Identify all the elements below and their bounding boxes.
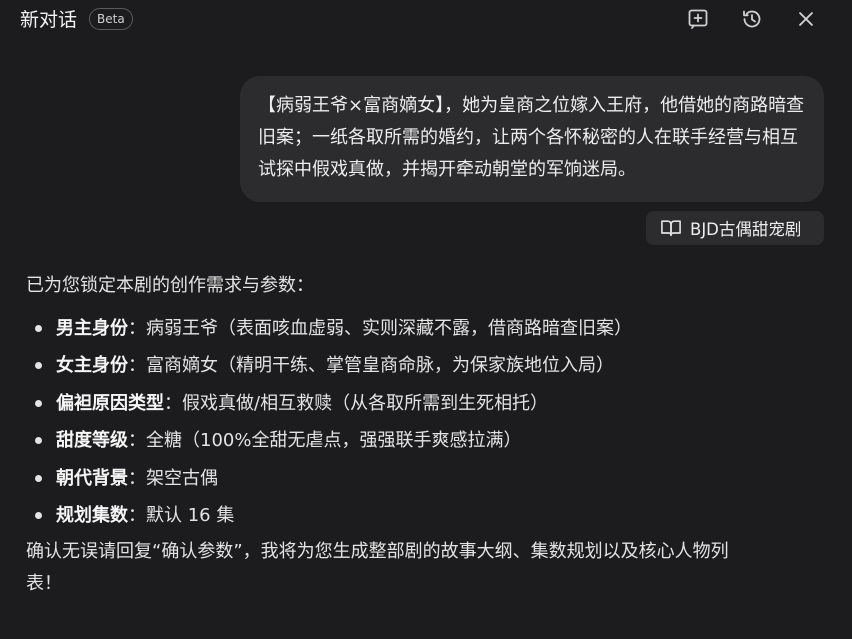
header-bar: 新对话 Beta <box>0 0 852 40</box>
param-value: ：默认 16 集 <box>128 505 235 527</box>
reply-intro: 已为您锁定本剧的创作需求与参数： <box>26 275 314 296</box>
param-value: ：富商嫡女（精明干练、掌管皇商命脉，为保家族地位入局） <box>128 355 614 377</box>
close-button[interactable] <box>793 6 819 32</box>
chat-window: 新对话 Beta 【病弱王爷×富商嫡女】，她为皇商之位嫁入王府，他借她的商路暗查… <box>0 0 852 639</box>
page-title: 新对话 <box>20 9 78 31</box>
user-message-bubble: 【病弱王爷×富商嫡女】，她为皇商之位嫁入王府，他借她的商路暗查旧案；一纸各取所需… <box>240 76 824 202</box>
book-icon <box>661 220 681 237</box>
parameter-list: 男主身份：病弱王爷（表面咳血虚弱、实则深藏不露，借商路暗查旧案） 女主身份：富商… <box>26 310 826 534</box>
history-icon <box>743 10 761 28</box>
list-item: 规划集数：默认 16 集 <box>26 497 826 534</box>
drama-tag-chip[interactable]: BJD古偶甜宠剧 <box>646 211 824 245</box>
list-item: 女主身份：富商嫡女（精明干练、掌管皇商命脉，为保家族地位入局） <box>26 347 826 384</box>
param-key: 偏袒原因类型 <box>56 392 164 414</box>
history-button[interactable] <box>739 6 765 32</box>
list-item: 朝代背景：架空古偶 <box>26 460 826 497</box>
list-item: 男主身份：病弱王爷（表面咳血虚弱、实则深藏不露，借商路暗查旧案） <box>26 310 826 347</box>
assistant-reply: 已为您锁定本剧的创作需求与参数： 男主身份：病弱王爷（表面咳血虚弱、实则深藏不露… <box>26 270 826 600</box>
param-value: ：架空古偶 <box>128 467 218 489</box>
param-key: 男主身份 <box>56 318 128 339</box>
drama-tag-label: BJD古偶甜宠剧 <box>690 220 802 239</box>
new-note-button[interactable] <box>685 6 711 32</box>
param-value: ：全糖（100%全甜无虐点，强强联手爽感拉满） <box>128 430 522 452</box>
param-value: ：假戏真做/相互救赎（从各取所需到生死相托） <box>164 392 549 414</box>
beta-badge: Beta <box>89 8 133 30</box>
param-value: ：病弱王爷（表面咳血虚弱、实则深藏不露，借商路暗查旧案） <box>128 318 632 339</box>
add-note-icon <box>688 9 708 29</box>
reply-outro: 确认无误请回复“确认参数”，我将为您生成整部剧的故事大纲、集数规划以及核心人物列… <box>26 541 729 595</box>
list-item: 偏袒原因类型：假戏真做/相互救赎（从各取所需到生死相托） <box>26 385 826 422</box>
list-item: 甜度等级：全糖（100%全甜无虐点，强强联手爽感拉满） <box>26 422 826 459</box>
param-key: 女主身份 <box>56 355 128 377</box>
param-key: 朝代背景 <box>56 467 128 489</box>
close-icon <box>799 12 813 26</box>
param-key: 甜度等级 <box>56 430 128 452</box>
param-key: 规划集数 <box>56 505 128 527</box>
